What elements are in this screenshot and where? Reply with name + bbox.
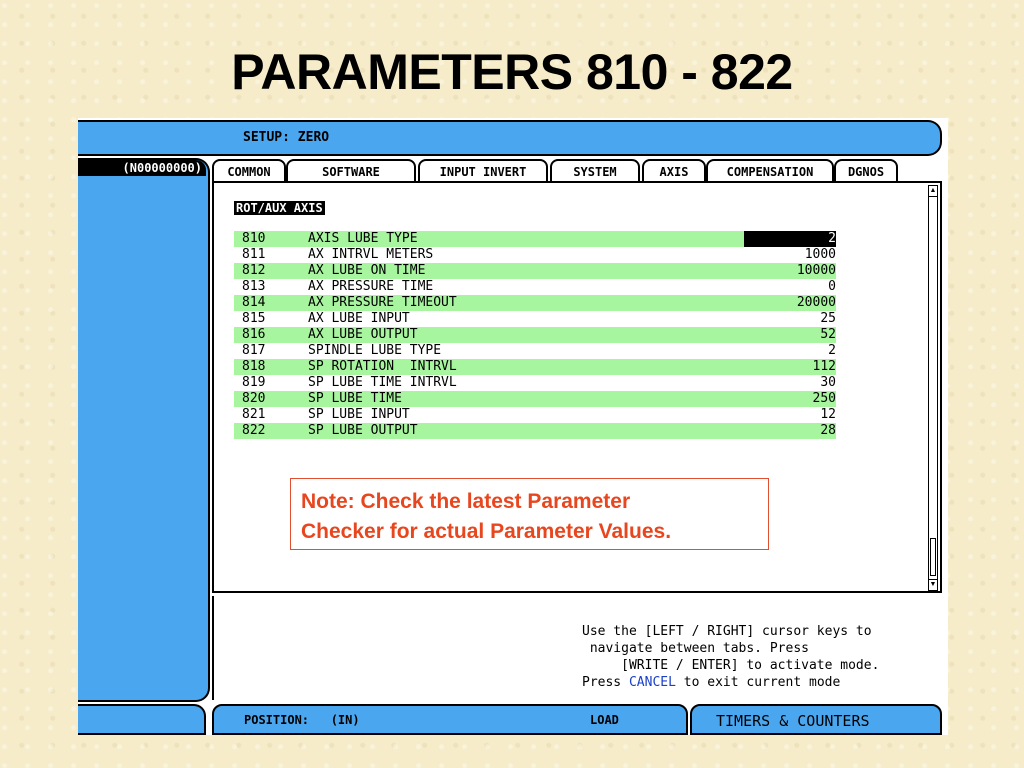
param-number: 821 xyxy=(242,407,266,422)
load-label: LOAD xyxy=(590,713,619,727)
tab-common[interactable]: COMMON xyxy=(212,159,286,183)
param-value[interactable]: 0 xyxy=(828,279,836,295)
table-row[interactable]: 813 AX PRESSURE TIME 0 xyxy=(234,279,836,295)
param-number: 810 xyxy=(242,231,266,246)
parameter-table: 810 AXIS LUBE TYPE 2 811 AX INTRVL METERS 10… xyxy=(234,231,836,439)
tab-compensation[interactable]: COMPENSATION xyxy=(706,159,834,181)
param-name: AXIS LUBE TYPE xyxy=(308,231,418,246)
table-row[interactable]: 810 AXIS LUBE TYPE 2 xyxy=(234,231,836,247)
param-value-selected[interactable]: 2 xyxy=(744,231,836,247)
param-value[interactable]: 12 xyxy=(820,407,836,423)
param-name: SPINDLE LUBE TYPE xyxy=(308,343,442,358)
tab-system[interactable]: SYSTEM xyxy=(550,159,640,181)
table-row[interactable]: 815 AX LUBE INPUT 25 xyxy=(234,311,836,327)
param-number: 815 xyxy=(242,311,266,326)
param-value[interactable]: 52 xyxy=(820,327,836,343)
param-name: AX LUBE INPUT xyxy=(308,311,410,326)
bottom-left-panel xyxy=(78,704,206,735)
note-line: Note: Check the latest Parameter xyxy=(301,490,631,513)
param-name: AX LUBE ON TIME xyxy=(308,263,426,278)
param-value[interactable]: 112 xyxy=(813,359,836,375)
table-row[interactable]: 817 SPINDLE LUBE TYPE 2 xyxy=(234,343,836,359)
param-value[interactable]: 1000 xyxy=(805,247,836,263)
param-number: 814 xyxy=(242,295,266,310)
param-name: AX PRESSURE TIMEOUT xyxy=(308,295,457,310)
table-row[interactable]: 819 SP LUBE TIME INTRVL 30 xyxy=(234,375,836,391)
left-panel: (N00000000) xyxy=(78,158,210,702)
param-number: 813 xyxy=(242,279,266,294)
tab-input-invert[interactable]: INPUT INVERT xyxy=(418,159,548,181)
cnc-screen: SETUP: ZERO (N00000000) COMMON SOFTWARE … xyxy=(78,118,948,735)
table-row[interactable]: 818 SP ROTATION INTRVL 112 xyxy=(234,359,836,375)
setup-bar: SETUP: ZERO xyxy=(78,120,942,156)
param-value[interactable]: 30 xyxy=(820,375,836,391)
table-row[interactable]: 820 SP LUBE TIME 250 xyxy=(234,391,836,407)
param-number: 811 xyxy=(242,247,266,262)
param-name: SP LUBE INPUT xyxy=(308,407,410,422)
tab-dgnos[interactable]: DGNOS xyxy=(834,159,898,181)
param-number: 816 xyxy=(242,327,266,342)
section-title: ROT/AUX AXIS xyxy=(234,201,325,215)
param-value[interactable]: 2 xyxy=(828,343,836,359)
slide-title: PARAMETERS 810 - 822 xyxy=(231,44,793,100)
position-bar: POSITION: (IN) LOAD xyxy=(212,704,688,735)
program-code: (N00000000) xyxy=(78,160,206,176)
param-number: 812 xyxy=(242,263,266,278)
position-label: POSITION: (IN) xyxy=(244,713,360,727)
help-text: Use the [LEFT / RIGHT] cursor keys to na… xyxy=(582,623,879,691)
param-name: SP ROTATION INTRVL xyxy=(308,359,457,374)
param-value[interactable]: 25 xyxy=(820,311,836,327)
note-callout: Note: Check the latest Parameter Checker… xyxy=(290,478,769,550)
param-name: AX LUBE OUTPUT xyxy=(308,327,418,342)
param-name: SP LUBE OUTPUT xyxy=(308,423,418,438)
param-number: 822 xyxy=(242,423,266,438)
scroll-down-arrow-icon[interactable]: ▼ xyxy=(929,579,937,590)
cancel-keyword: CANCEL xyxy=(628,675,676,690)
param-name: SP LUBE TIME xyxy=(308,391,402,406)
tab-software[interactable]: SOFTWARE xyxy=(286,159,416,181)
param-number: 819 xyxy=(242,375,266,390)
table-row[interactable]: 822 SP LUBE OUTPUT 28 xyxy=(234,423,836,439)
scroll-thumb[interactable] xyxy=(930,538,936,576)
param-number: 818 xyxy=(242,359,266,374)
table-row[interactable]: 812 AX LUBE ON TIME 10000 xyxy=(234,263,836,279)
setup-label: SETUP: ZERO xyxy=(243,130,330,145)
scroll-up-arrow-icon[interactable]: ▲ xyxy=(929,186,937,197)
param-value[interactable]: 10000 xyxy=(797,263,836,279)
param-value[interactable]: 250 xyxy=(813,391,836,407)
help-line: navigate between tabs. Press xyxy=(582,641,809,656)
help-line: Press CANCEL to exit current mode xyxy=(582,674,879,691)
param-name: AX PRESSURE TIME xyxy=(308,279,434,294)
table-row[interactable]: 811 AX INTRVL METERS 1000 xyxy=(234,247,836,263)
timers-counters-tab[interactable]: TIMERS & COUNTERS xyxy=(690,704,942,735)
table-row[interactable]: 814 AX PRESSURE TIMEOUT 20000 xyxy=(234,295,836,311)
param-name: SP LUBE TIME INTRVL xyxy=(308,375,457,390)
help-line: [WRITE / ENTER] to activate mode. xyxy=(582,658,880,673)
param-name: AX INTRVL METERS xyxy=(308,247,434,262)
param-value[interactable]: 28 xyxy=(820,423,836,439)
param-number: 817 xyxy=(242,343,266,358)
timers-counters-label: TIMERS & COUNTERS xyxy=(716,712,870,730)
tab-axis[interactable]: AXIS xyxy=(642,159,706,181)
help-line: Use the [LEFT / RIGHT] cursor keys to xyxy=(582,624,872,639)
param-number: 820 xyxy=(242,391,266,406)
note-line: Checker for actual Parameter Values. xyxy=(301,520,672,543)
help-text-pre: Press xyxy=(582,675,629,690)
table-row[interactable]: 816 AX LUBE OUTPUT 52 xyxy=(234,327,836,343)
help-text-post: to exit current mode xyxy=(675,675,841,690)
table-row[interactable]: 821 SP LUBE INPUT 12 xyxy=(234,407,836,423)
param-value[interactable]: 20000 xyxy=(797,295,836,311)
scrollbar[interactable]: ▲ ▼ xyxy=(928,185,938,591)
